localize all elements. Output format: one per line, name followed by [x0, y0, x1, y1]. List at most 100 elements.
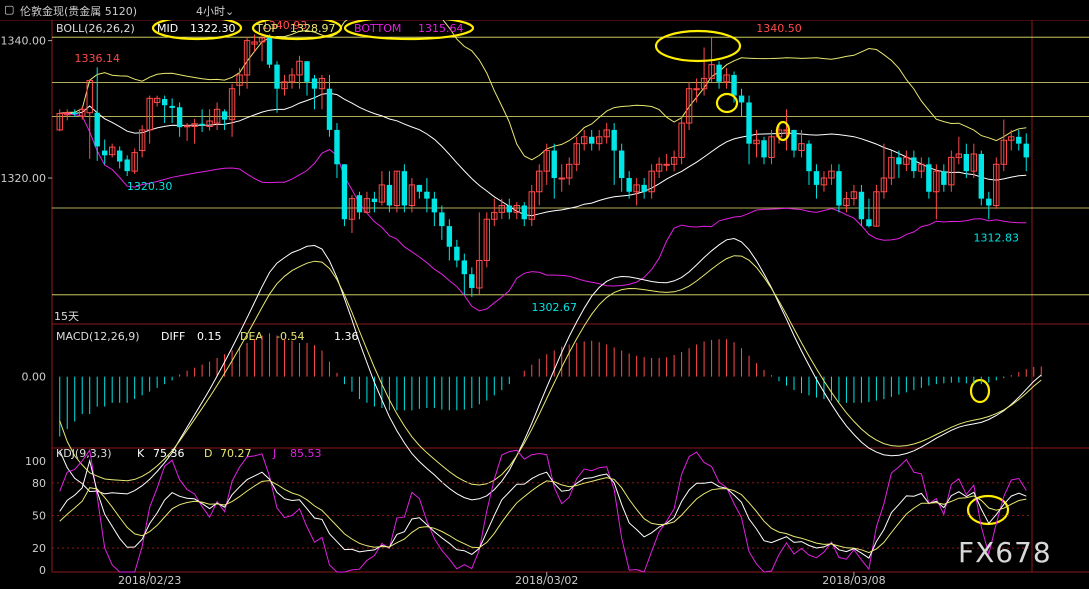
candle-down	[431, 198, 438, 213]
candle-down	[439, 212, 445, 227]
candle-down	[386, 184, 393, 206]
candle-down	[304, 61, 310, 82]
macd-diff-label: DIFF	[161, 330, 185, 343]
macd-value: 1.36	[334, 330, 359, 343]
candle-down	[813, 171, 820, 185]
candle-down	[116, 150, 123, 162]
candle-down	[896, 157, 902, 165]
candle-down	[334, 129, 340, 165]
macd-title: MACD(12,26,9)	[56, 330, 140, 343]
candle-down	[311, 78, 318, 89]
macd-diff-value: 0.15	[197, 330, 222, 343]
candle-down	[326, 88, 333, 130]
candle-down	[199, 123, 205, 126]
candle-down	[506, 205, 512, 213]
candle-down	[274, 64, 280, 89]
boll-header-value: 1328.97	[290, 22, 336, 35]
candle-down	[731, 74, 737, 96]
candle-down	[371, 198, 378, 203]
candle-up	[183, 125, 191, 128]
boll-title: BOLL(26,26,2)	[56, 22, 135, 35]
candle-down	[169, 105, 175, 108]
instrument-title[interactable]: 伦敦金现(贵金属 5120)	[20, 3, 137, 19]
candle-down	[746, 102, 752, 144]
candle-down	[102, 150, 108, 156]
candle-down	[461, 260, 468, 275]
candle-down	[416, 184, 423, 192]
period-label: 4小时	[196, 5, 225, 18]
kdj-j-value: 85.53	[290, 447, 322, 460]
y-tick-label: 1320.00	[1, 172, 47, 185]
candle-down	[266, 37, 273, 65]
x-date-label: 2018/03/02	[515, 574, 578, 587]
macd-y-tick-label: 0.00	[22, 371, 47, 384]
candle-down	[551, 150, 557, 179]
candle-down	[521, 205, 527, 220]
candle-down	[424, 191, 430, 199]
kdj-y-tick-label: 100	[25, 455, 46, 468]
collapse-icon[interactable]: ▢	[4, 3, 14, 16]
boll-header-value: 1315.64	[418, 22, 464, 35]
candle-down	[978, 153, 984, 199]
period-selector[interactable]: 4小时⌄	[196, 3, 234, 19]
candle-down	[858, 191, 865, 220]
price-annotation: 1302.67	[531, 301, 577, 314]
candle-up	[558, 177, 565, 180]
candle-down	[589, 136, 595, 144]
candle-down	[1023, 143, 1029, 158]
candle-down	[72, 112, 78, 115]
x-date-label: 2018/02/23	[118, 574, 181, 587]
candle-down	[791, 129, 797, 151]
range-label: 15天	[54, 310, 79, 323]
x-date-label: 2018/03/08	[822, 574, 885, 587]
candle-down	[941, 171, 947, 185]
watermark: FX678	[958, 536, 1052, 569]
kdj-j-label: J	[272, 447, 276, 460]
candle-up	[693, 88, 700, 91]
candle-down	[641, 184, 647, 192]
price-annotation: 1320.30	[127, 180, 173, 193]
candle-down	[176, 107, 183, 128]
window-title-bar: ▢ 伦敦金现(贵金属 5120) 4小时⌄	[0, 0, 1089, 20]
candle-down	[469, 274, 475, 288]
candle-up	[663, 163, 670, 166]
candle-down	[94, 112, 100, 147]
candle-down	[926, 164, 932, 192]
chevron-down-icon: ⌄	[225, 5, 235, 18]
candle-down	[866, 219, 872, 227]
candle-down	[761, 140, 767, 158]
price-annotation: 1312.83	[974, 231, 1020, 244]
candle-down	[341, 164, 348, 220]
price-annotation: 1336.14	[74, 52, 120, 65]
y-tick-label: 1340.00	[1, 35, 47, 48]
candle-down	[161, 99, 168, 106]
candle-down	[1016, 136, 1022, 144]
candle-down	[963, 153, 970, 172]
candle-down	[911, 157, 917, 172]
candle-down	[356, 195, 363, 213]
chart-canvas: 1340.001320.001336.141340.931320.301302.…	[0, 0, 1089, 589]
price-annotation: 1340.50	[756, 22, 802, 35]
candle-down	[716, 64, 722, 82]
kdj-y-tick-label: 20	[32, 542, 46, 555]
kdj-k-value: 75.36	[153, 447, 185, 460]
candle-down	[124, 159, 130, 172]
candle-down	[446, 226, 453, 247]
candle-down	[836, 171, 842, 206]
kdj-d-label: D	[204, 447, 212, 460]
kdj-y-tick-label: 50	[32, 509, 46, 522]
candle-down	[626, 178, 632, 192]
kdj-y-tick-label: 0	[39, 564, 46, 577]
boll-header-value: BOTTOM	[354, 22, 401, 35]
macd-dea-value: -0.54	[276, 330, 304, 343]
candle-down	[611, 129, 617, 151]
candle-down	[986, 198, 992, 206]
candle-down	[401, 171, 408, 206]
candle-down	[618, 150, 625, 179]
boll-header-value: 1322.30	[190, 22, 236, 35]
candle-down	[806, 143, 812, 172]
kdj-y-tick-label: 80	[32, 477, 46, 490]
candle-down	[221, 111, 228, 120]
kdj-k-label: K	[137, 447, 145, 460]
candle-down	[454, 246, 460, 261]
